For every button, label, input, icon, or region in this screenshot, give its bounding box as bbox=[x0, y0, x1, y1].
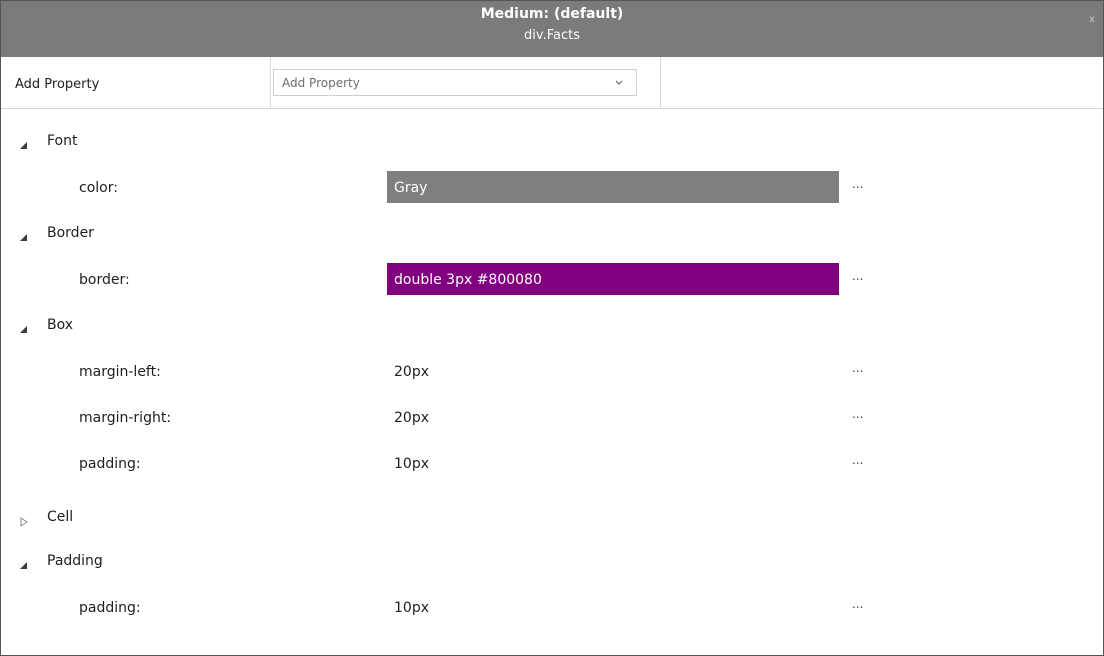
chevron-down-icon bbox=[614, 74, 624, 88]
property-builder-button[interactable]: ... bbox=[852, 269, 868, 289]
property-name: padding: bbox=[79, 456, 141, 472]
add-property-dropdown-value: Add Property bbox=[282, 76, 360, 90]
add-property-bar: Add Property Add Property bbox=[1, 57, 1103, 109]
property-row-padding: padding: 10px ... bbox=[1, 585, 1103, 631]
category-label: Box bbox=[47, 317, 74, 333]
category-row-border[interactable]: Border bbox=[1, 211, 1103, 257]
property-name: margin-left: bbox=[79, 364, 161, 380]
category-row-font[interactable]: Font bbox=[1, 119, 1103, 165]
property-value-field[interactable]: double 3px #800080 bbox=[387, 263, 839, 295]
add-property-label: Add Property bbox=[15, 77, 100, 92]
close-button[interactable]: x bbox=[1087, 14, 1097, 26]
window-subtitle: div.Facts bbox=[524, 28, 580, 43]
title-bar: Medium: (default) div.Facts x bbox=[1, 1, 1103, 57]
expanded-triangle-icon[interactable] bbox=[19, 136, 29, 149]
collapsed-triangle-icon[interactable] bbox=[19, 512, 29, 527]
add-property-dropdown[interactable]: Add Property bbox=[273, 69, 637, 96]
expanded-triangle-icon[interactable] bbox=[19, 556, 29, 569]
property-name: color: bbox=[79, 180, 118, 196]
category-label: Cell bbox=[47, 509, 74, 525]
property-value-field[interactable]: Gray bbox=[387, 171, 839, 203]
property-name: padding: bbox=[79, 600, 141, 616]
property-name: margin-right: bbox=[79, 410, 172, 426]
property-value-field[interactable]: 20px bbox=[387, 355, 839, 387]
property-row-padding: padding: 10px ... bbox=[1, 441, 1103, 487]
expanded-triangle-icon[interactable] bbox=[19, 320, 29, 333]
column-divider bbox=[270, 57, 271, 108]
property-value-field[interactable]: 10px bbox=[387, 447, 839, 479]
property-row-margin-left: margin-left: 20px ... bbox=[1, 349, 1103, 395]
category-row-box[interactable]: Box bbox=[1, 303, 1103, 349]
property-grid: Font color: Gray ... Border border: doub… bbox=[1, 109, 1103, 655]
expanded-triangle-icon[interactable] bbox=[19, 228, 29, 241]
category-row-padding[interactable]: Padding bbox=[1, 539, 1103, 585]
category-row-cell[interactable]: Cell bbox=[1, 495, 1103, 541]
property-builder-button[interactable]: ... bbox=[852, 177, 868, 197]
css-properties-window: Medium: (default) div.Facts x Add Proper… bbox=[0, 0, 1104, 656]
property-value-field[interactable]: 20px bbox=[387, 401, 839, 433]
property-value-field[interactable]: 10px bbox=[387, 591, 839, 623]
property-builder-button[interactable]: ... bbox=[852, 361, 868, 381]
property-row-margin-right: margin-right: 20px ... bbox=[1, 395, 1103, 441]
category-label: Border bbox=[47, 225, 94, 241]
category-label: Padding bbox=[47, 553, 103, 569]
property-row-color: color: Gray ... bbox=[1, 165, 1103, 211]
window-title: Medium: (default) bbox=[480, 6, 624, 22]
category-label: Font bbox=[47, 133, 78, 149]
column-divider bbox=[660, 57, 661, 108]
property-builder-button[interactable]: ... bbox=[852, 453, 868, 473]
property-row-border: border: double 3px #800080 ... bbox=[1, 257, 1103, 303]
property-builder-button[interactable]: ... bbox=[852, 597, 868, 617]
property-builder-button[interactable]: ... bbox=[852, 407, 868, 427]
property-name: border: bbox=[79, 272, 130, 288]
